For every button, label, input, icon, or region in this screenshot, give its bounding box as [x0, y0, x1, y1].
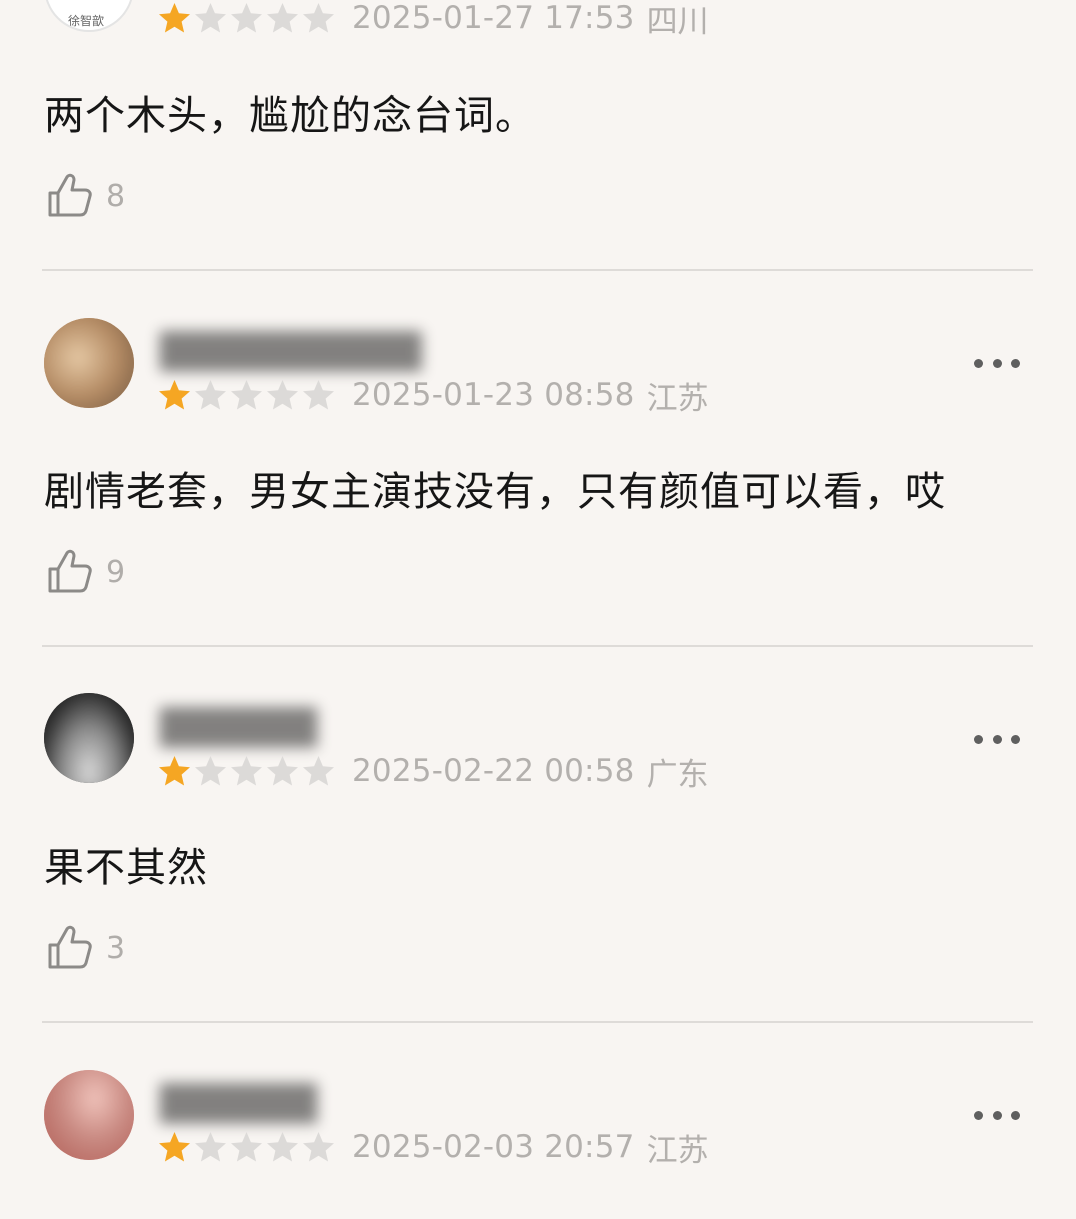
- star-filled-icon: [159, 755, 190, 785]
- more-dot: [1011, 1110, 1020, 1120]
- more-options-button[interactable]: [970, 348, 1024, 378]
- username-blurred: ██████████: [160, 332, 422, 372]
- star-empty-icon: [267, 1131, 298, 1161]
- star-empty-icon: [303, 379, 334, 409]
- review-location: 江苏: [646, 380, 709, 417]
- comment-text: 果不其然: [44, 845, 208, 891]
- avatar-badge-text: 徐智歆: [68, 14, 105, 28]
- like-button[interactable]: 9: [44, 544, 125, 600]
- like-count: 3: [106, 930, 126, 966]
- star-rating: [157, 754, 336, 789]
- like-button[interactable]: 8: [44, 168, 125, 224]
- thumbs-up-icon: [48, 925, 92, 969]
- more-dot: [1011, 358, 1020, 368]
- review-timestamp: 2025-01-23 08:58: [352, 377, 635, 413]
- like-count: 8: [106, 178, 126, 214]
- review-timestamp: 2025-02-03 20:57: [352, 1129, 635, 1165]
- review-meta: 2025-02-22 00:58 广东: [157, 749, 709, 793]
- username-blurred: ██████: [160, 1084, 317, 1124]
- star-empty-icon: [231, 2, 262, 32]
- comment-text: 两个木头，尴尬的念台词。: [44, 93, 536, 139]
- user-avatar[interactable]: [44, 1070, 134, 1160]
- star-rating: [157, 1130, 336, 1165]
- review-location: 江苏: [646, 1132, 709, 1169]
- more-dot: [974, 1110, 983, 1120]
- review-divider: [42, 1021, 1033, 1023]
- thumbs-up-icon: [48, 549, 92, 593]
- more-dot: [974, 734, 983, 744]
- star-empty-icon: [195, 1131, 226, 1161]
- star-rating: [157, 378, 336, 413]
- more-options-button[interactable]: [970, 724, 1024, 754]
- more-options-button[interactable]: [970, 1100, 1024, 1130]
- more-dot: [992, 358, 1002, 368]
- username-blurred: ██████: [160, 708, 317, 748]
- like-button[interactable]: 3: [44, 920, 125, 976]
- more-dot: [992, 734, 1002, 744]
- star-empty-icon: [231, 755, 262, 785]
- review-divider: [42, 645, 1033, 647]
- star-empty-icon: [303, 1131, 334, 1161]
- review-location: 广东: [646, 756, 709, 793]
- star-rating: [157, 1, 336, 36]
- user-avatar[interactable]: [44, 693, 134, 783]
- star-filled-icon: [159, 1131, 190, 1161]
- star-empty-icon: [231, 379, 262, 409]
- star-empty-icon: [303, 755, 334, 785]
- thumbs-up-icon: [48, 173, 92, 217]
- star-filled-icon: [159, 2, 190, 32]
- user-avatar[interactable]: [44, 318, 134, 408]
- more-dot: [974, 358, 983, 368]
- review-meta: 2025-01-23 08:58 江苏: [157, 373, 709, 417]
- star-empty-icon: [231, 1131, 262, 1161]
- star-empty-icon: [195, 2, 226, 32]
- comment-text: 剧情老套，男女主演技没有，只有颜值可以看，哎: [44, 469, 946, 515]
- star-empty-icon: [267, 379, 298, 409]
- star-empty-icon: [195, 755, 226, 785]
- user-avatar[interactable]: 徐智歆: [44, 0, 134, 32]
- star-empty-icon: [267, 755, 298, 785]
- star-filled-icon: [159, 379, 190, 409]
- star-empty-icon: [303, 2, 334, 32]
- review-location: 四川: [646, 3, 709, 40]
- star-empty-icon: [267, 2, 298, 32]
- like-count: 9: [106, 554, 126, 590]
- review-meta: 2025-01-27 17:53 四川: [157, 0, 709, 40]
- review-meta: 2025-02-03 20:57 江苏: [157, 1125, 709, 1169]
- more-dot: [1011, 734, 1020, 744]
- star-empty-icon: [195, 379, 226, 409]
- review-timestamp: 2025-02-22 00:58: [352, 753, 635, 789]
- more-dot: [992, 1110, 1002, 1120]
- review-timestamp: 2025-01-27 17:53: [352, 0, 635, 36]
- review-divider: [42, 269, 1033, 271]
